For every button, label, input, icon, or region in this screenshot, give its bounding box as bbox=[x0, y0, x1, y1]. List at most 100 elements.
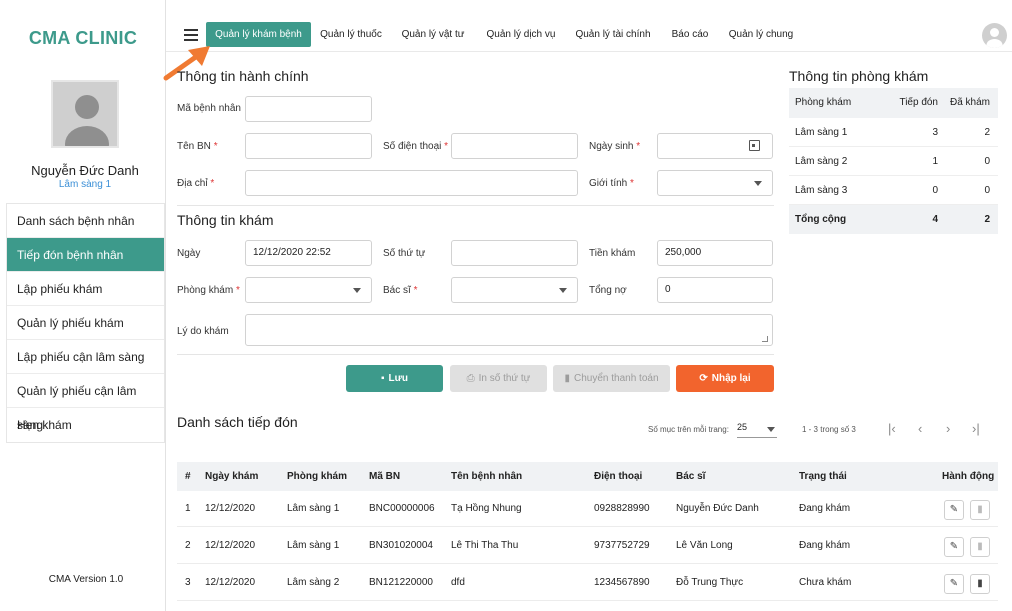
first-page-icon[interactable]: |‹ bbox=[888, 421, 896, 436]
divider bbox=[177, 205, 774, 206]
print-icon: ⎙ bbox=[466, 373, 475, 384]
chevron-down-icon bbox=[767, 427, 775, 432]
reset-button[interactable]: ⟳ Nhập lại bbox=[676, 365, 774, 392]
doctor-select[interactable] bbox=[451, 277, 578, 303]
reception-table-header: # Ngày khám Phòng khám Mã BN Tên bệnh nh… bbox=[177, 462, 998, 491]
table-row[interactable]: 3 12/12/2020 Lâm sàng 2 BN121220000 dfd … bbox=[177, 565, 998, 601]
tab-services-management[interactable]: Quản lý dịch vụ bbox=[482, 22, 560, 47]
sidebar-item-patient-reception[interactable]: Tiếp đón bệnh nhân bbox=[7, 238, 164, 272]
trash-icon: ▮ bbox=[564, 373, 570, 384]
clinic-table-header: Phòng khám Tiếp đón Đã khám bbox=[789, 88, 998, 118]
exam-date-input[interactable]: 12/12/2020 22:52 bbox=[245, 240, 372, 266]
save-icon: ▪ bbox=[380, 373, 385, 384]
row-name: Tạ Hồng Nhung bbox=[451, 503, 522, 514]
phone-input[interactable] bbox=[451, 133, 578, 159]
sidebar-item-manage-paraclinical[interactable]: Quản lý phiếu cận lâm sàng bbox=[7, 374, 164, 432]
chevron-down-icon bbox=[754, 181, 762, 186]
dob-input[interactable] bbox=[657, 133, 773, 159]
user-name: Nguyễn Đức Danh bbox=[31, 163, 139, 178]
row-name: dfd bbox=[451, 577, 465, 588]
row-code: BNC00000006 bbox=[369, 503, 435, 514]
next-page-icon[interactable]: › bbox=[946, 421, 950, 436]
clinic-total-received: 4 bbox=[932, 214, 938, 225]
gender-select[interactable] bbox=[657, 170, 773, 196]
app-version: CMA Version 1.0 bbox=[48, 574, 124, 585]
tab-finance-management[interactable]: Quản lý tài chính bbox=[572, 22, 654, 47]
tab-reports[interactable]: Báo cáo bbox=[666, 22, 714, 47]
dob-label: Ngày sinh * bbox=[589, 141, 641, 152]
tab-supplies-management[interactable]: Quản lý vật tư bbox=[394, 22, 472, 47]
row-date: 12/12/2020 bbox=[205, 503, 256, 514]
sidebar-item-create-exam-form[interactable]: Lập phiếu khám bbox=[7, 272, 164, 306]
sidebar-menu: Danh sách bệnh nhân Tiếp đón bệnh nhân L… bbox=[6, 203, 165, 443]
divider bbox=[177, 354, 774, 355]
last-page-icon[interactable]: ›| bbox=[972, 421, 980, 436]
table-row[interactable]: 1 12/12/2020 Lâm sàng 1 BNC00000006 Tạ H… bbox=[177, 491, 998, 527]
clinic-received: 1 bbox=[932, 156, 938, 167]
clinic-received: 3 bbox=[932, 127, 938, 138]
exam-room-label: Phòng khám * bbox=[177, 285, 240, 296]
gender-label: Giới tính * bbox=[589, 178, 634, 189]
resize-handle-icon[interactable] bbox=[762, 336, 768, 342]
chevron-down-icon bbox=[559, 288, 567, 293]
exam-reason-textarea[interactable] bbox=[245, 314, 773, 346]
row-status: Đang khám bbox=[799, 540, 851, 551]
col-actions: Hành động bbox=[942, 471, 995, 482]
doctor-label: Bác sĩ * bbox=[383, 285, 418, 296]
user-avatar bbox=[51, 80, 119, 148]
edit-icon[interactable]: ✎ bbox=[944, 537, 964, 557]
edit-icon[interactable]: ✎ bbox=[944, 574, 964, 594]
print-order-button[interactable]: ⎙ In số thứ tự bbox=[450, 365, 547, 392]
per-page-select[interactable]: 25 bbox=[737, 422, 777, 438]
brand-logo: CMA CLINIC bbox=[28, 28, 138, 48]
clinic-room: Lâm sàng 2 bbox=[795, 156, 848, 167]
row-date: 12/12/2020 bbox=[205, 577, 256, 588]
exam-fee-input[interactable]: 250,000 bbox=[657, 240, 773, 266]
total-debt-label: Tổng nợ bbox=[589, 285, 627, 296]
phone-label: Số điện thoại * bbox=[383, 141, 449, 152]
clinic-col-room: Phòng khám bbox=[795, 97, 852, 108]
account-avatar-icon[interactable] bbox=[982, 23, 1007, 48]
sidebar-item-patient-list[interactable]: Danh sách bệnh nhân bbox=[7, 204, 164, 238]
total-debt-input[interactable]: 0 bbox=[657, 277, 773, 303]
order-number-input[interactable] bbox=[451, 240, 578, 266]
clinic-received: 0 bbox=[932, 185, 938, 196]
delete-icon[interactable]: ▮ bbox=[970, 500, 990, 520]
page-range: 1 - 3 trong số 3 bbox=[802, 425, 856, 434]
address-input[interactable] bbox=[245, 170, 578, 196]
calendar-icon[interactable] bbox=[749, 140, 760, 151]
delete-icon[interactable]: ▮ bbox=[970, 537, 990, 557]
col-number: # bbox=[185, 471, 191, 482]
exam-date-label: Ngày bbox=[177, 248, 201, 259]
sidebar-item-manage-exam-forms[interactable]: Quản lý phiếu khám bbox=[7, 306, 164, 340]
exam-room-select[interactable] bbox=[245, 277, 372, 303]
transfer-payment-button[interactable]: ▮ Chuyển thanh toán bbox=[553, 365, 670, 392]
sidebar-item-create-paraclinical[interactable]: Lập phiếu cận lâm sàng bbox=[7, 340, 164, 374]
row-status: Chưa khám bbox=[799, 577, 852, 588]
patient-name-input[interactable] bbox=[245, 133, 372, 159]
save-button[interactable]: ▪ Lưu bbox=[346, 365, 443, 392]
patient-id-input[interactable] bbox=[245, 96, 372, 122]
table-row[interactable]: 2 12/12/2020 Lâm sàng 1 BN301020004 Lê T… bbox=[177, 528, 998, 564]
clinic-examined: 0 bbox=[984, 156, 990, 167]
clinic-info-table: Phòng khám Tiếp đón Đã khám Lâm sàng 1 3… bbox=[789, 88, 998, 234]
row-status: Đang khám bbox=[799, 503, 851, 514]
row-phone: 0928828990 bbox=[594, 503, 650, 514]
tab-general-management[interactable]: Quản lý chung bbox=[726, 22, 796, 47]
row-room: Lâm sàng 1 bbox=[287, 540, 340, 551]
sidebar-item-appointments[interactable]: Hẹn khám bbox=[7, 408, 164, 442]
exam-section-title: Thông tin khám bbox=[177, 212, 274, 228]
row-date: 12/12/2020 bbox=[205, 540, 256, 551]
delete-icon[interactable]: ▮ bbox=[970, 574, 990, 594]
col-phone: Điện thoại bbox=[594, 471, 643, 482]
row-name: Lê Thi Tha Thu bbox=[451, 540, 519, 551]
prev-page-icon[interactable]: ‹ bbox=[918, 421, 922, 436]
order-number-label: Số thứ tự bbox=[383, 248, 426, 259]
clinic-examined: 0 bbox=[984, 185, 990, 196]
user-room: Lâm sàng 1 bbox=[58, 179, 112, 190]
edit-icon[interactable]: ✎ bbox=[944, 500, 964, 520]
tab-exam-management[interactable]: Quản lý khám bệnh bbox=[206, 22, 311, 47]
address-label: Địa chỉ * bbox=[177, 178, 215, 189]
clinic-info-title: Thông tin phòng khám bbox=[789, 68, 929, 84]
tab-medicine-management[interactable]: Quản lý thuốc bbox=[318, 22, 384, 47]
